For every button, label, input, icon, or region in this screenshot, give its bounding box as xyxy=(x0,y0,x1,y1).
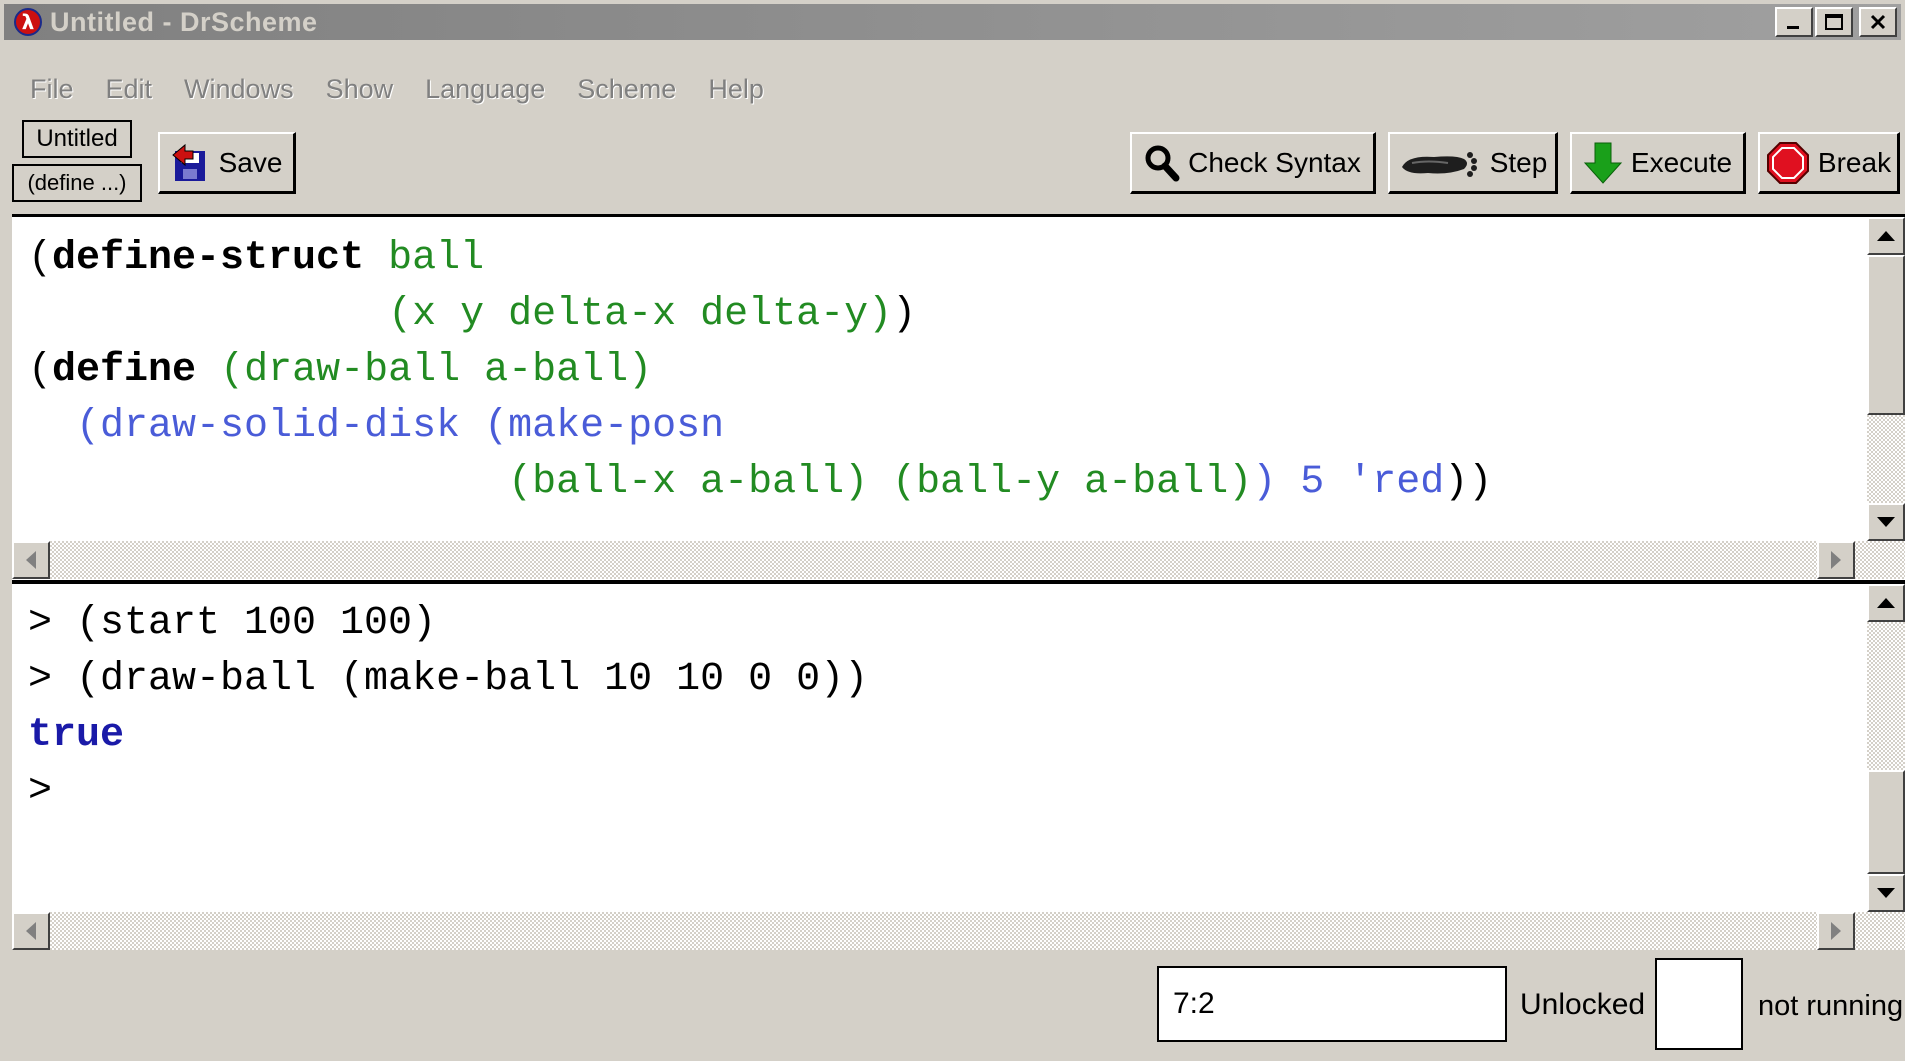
menu-file[interactable]: File xyxy=(16,74,92,105)
interactions-vertical-scrollbar[interactable] xyxy=(1867,584,1905,912)
scroll-down-button[interactable] xyxy=(1867,503,1905,541)
cursor-position-field: 7:2 xyxy=(1157,966,1507,1042)
left-arrow-icon xyxy=(26,551,36,569)
stop-sign-icon xyxy=(1766,141,1809,184)
scroll-left-button[interactable] xyxy=(12,541,50,579)
repl-prompt: > xyxy=(28,769,53,814)
minimize-button[interactable] xyxy=(1775,7,1813,37)
title-bar[interactable]: λ Untitled - DrScheme xyxy=(4,4,1901,40)
window-title: Untitled - DrScheme xyxy=(50,6,318,37)
menu-edit[interactable]: Edit xyxy=(92,74,171,105)
menu-language[interactable]: Language xyxy=(411,74,563,105)
definitions-code[interactable]: (define-struct ball (x y delta-x delta-y… xyxy=(28,231,1492,511)
scroll-thumb[interactable] xyxy=(1867,770,1905,874)
scroll-thumb[interactable] xyxy=(1867,255,1905,415)
step-label: Step xyxy=(1489,146,1548,178)
menu-help[interactable]: Help xyxy=(694,74,782,105)
definitions-horizontal-scrollbar[interactable] xyxy=(12,541,1905,579)
save-label: Save xyxy=(218,146,283,178)
code-line: (define-struct ball xyxy=(28,236,485,281)
interactions-horizontal-scrollbar[interactable] xyxy=(12,912,1905,950)
up-arrow-icon xyxy=(1877,598,1895,608)
lock-status[interactable]: Unlocked xyxy=(1520,988,1645,1022)
window-controls xyxy=(1775,7,1897,37)
code-line: (ball-x a-ball) (ball-y a-ball)) 5 'red)… xyxy=(508,460,1493,505)
scroll-up-button[interactable] xyxy=(1867,584,1905,622)
menu-windows[interactable]: Windows xyxy=(170,74,312,105)
down-arrow-icon xyxy=(1877,517,1895,527)
repl-line: > (draw-ball (make-ball 10 10 0 0)) xyxy=(28,657,869,702)
break-label: Break xyxy=(1817,146,1892,178)
status-bar: 7:2 Unlocked not running xyxy=(0,952,1905,1061)
execute-label: Execute xyxy=(1630,146,1733,178)
footprint-icon xyxy=(1401,151,1477,177)
repl-line: > (start 100 100) xyxy=(28,601,437,646)
definitions-editor[interactable]: (define-struct ball (x y delta-x delta-y… xyxy=(12,214,1905,580)
execute-arrow-icon xyxy=(1583,142,1623,184)
definitions-vertical-scrollbar[interactable] xyxy=(1867,217,1905,541)
define-popup-menu[interactable]: (define ...) xyxy=(12,164,142,202)
scroll-right-button[interactable] xyxy=(1817,912,1855,950)
close-button[interactable] xyxy=(1859,7,1897,37)
save-disk-icon xyxy=(171,143,205,181)
file-name-button[interactable]: Untitled xyxy=(22,120,132,158)
check-syntax-button[interactable]: Check Syntax xyxy=(1130,132,1376,194)
left-arrow-icon xyxy=(26,922,36,940)
right-arrow-icon xyxy=(1831,922,1841,940)
drscheme-window: λ Untitled - DrScheme File Edit Windows … xyxy=(0,0,1905,1061)
save-button[interactable]: Save xyxy=(158,132,296,194)
menu-show[interactable]: Show xyxy=(312,74,412,105)
maximize-button[interactable] xyxy=(1815,7,1853,37)
code-line: (define (draw-ball a-ball) xyxy=(28,348,653,393)
break-button[interactable]: Break xyxy=(1758,132,1900,194)
maximize-icon xyxy=(1825,14,1843,30)
scroll-down-button[interactable] xyxy=(1867,874,1905,912)
running-status: not running xyxy=(1758,990,1904,1022)
menu-bar: File Edit Windows Show Language Scheme H… xyxy=(16,64,782,114)
code-line: (x y delta-x delta-y)) xyxy=(388,292,917,337)
down-arrow-icon xyxy=(1877,888,1895,898)
right-arrow-icon xyxy=(1831,551,1841,569)
repl-result: true xyxy=(28,713,125,758)
gc-indicator xyxy=(1655,958,1743,1050)
menu-scheme[interactable]: Scheme xyxy=(563,74,694,105)
magnifier-icon xyxy=(1145,145,1180,181)
interactions-code[interactable]: > (start 100 100) > (draw-ball (make-bal… xyxy=(28,596,868,820)
scroll-right-button[interactable] xyxy=(1817,541,1855,579)
step-button[interactable]: Step xyxy=(1388,132,1558,194)
code-line: (draw-solid-disk (make-posn xyxy=(76,404,725,449)
scroll-up-button[interactable] xyxy=(1867,217,1905,255)
close-icon xyxy=(1870,14,1886,30)
toolbar: Untitled (define ...) Save Check Syntax xyxy=(0,116,1905,206)
execute-button[interactable]: Execute xyxy=(1570,132,1746,194)
minimize-icon xyxy=(1787,26,1799,29)
lambda-logo-icon: λ xyxy=(14,8,42,36)
scroll-left-button[interactable] xyxy=(12,912,50,950)
check-syntax-label: Check Syntax xyxy=(1188,146,1361,178)
interactions-window[interactable]: > (start 100 100) > (draw-ball (make-bal… xyxy=(12,580,1905,950)
up-arrow-icon xyxy=(1877,231,1895,241)
